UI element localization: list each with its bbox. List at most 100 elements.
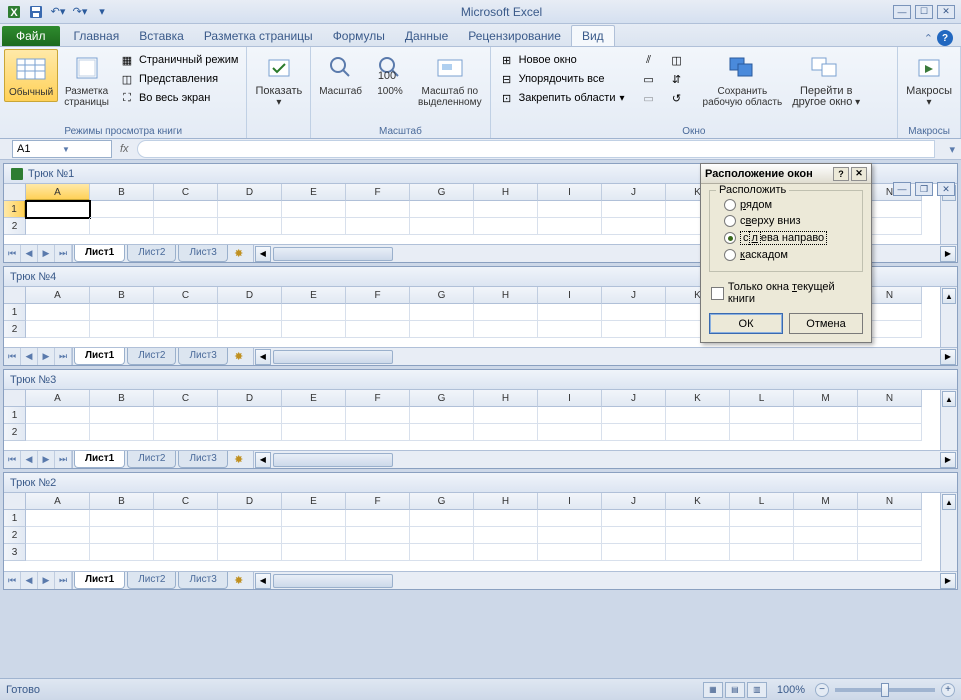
cell-E2[interactable] — [282, 527, 346, 544]
scroll-right-button[interactable]: ▶ — [940, 246, 956, 262]
cell-G3[interactable] — [410, 544, 474, 561]
cell-B2[interactable] — [90, 218, 154, 235]
column-header-C[interactable]: C — [154, 390, 218, 407]
zoom-to-selection-button[interactable]: Масштаб по выделенному — [414, 49, 486, 111]
cell-D2[interactable] — [218, 424, 282, 441]
cell-E1[interactable] — [282, 407, 346, 424]
cell-C1[interactable] — [154, 201, 218, 218]
ribbon-minimize-icon[interactable]: ⌃ — [924, 32, 933, 45]
column-header-I[interactable]: I — [538, 287, 602, 304]
cell-C1[interactable] — [154, 407, 218, 424]
column-header-E[interactable]: E — [282, 287, 346, 304]
cell-F2[interactable] — [346, 321, 410, 338]
cell-D1[interactable] — [218, 407, 282, 424]
page-layout-status-button[interactable]: ▤ — [725, 682, 745, 698]
column-header-A[interactable]: A — [26, 184, 90, 201]
cell-A1[interactable] — [26, 201, 90, 218]
cell-C2[interactable] — [154, 527, 218, 544]
cell-I2[interactable] — [538, 424, 602, 441]
radio-cascade[interactable]: каскадом — [718, 247, 854, 263]
cell-F2[interactable] — [346, 527, 410, 544]
column-header-E[interactable]: E — [282, 184, 346, 201]
cell-G1[interactable] — [410, 304, 474, 321]
zoom-in-button[interactable]: + — [941, 683, 955, 697]
cell-G2[interactable] — [410, 218, 474, 235]
cell-D3[interactable] — [218, 544, 282, 561]
cell-N1[interactable] — [858, 510, 922, 527]
sheet-tab-1[interactable]: Лист1 — [74, 451, 125, 468]
row-header-2[interactable]: 2 — [4, 424, 26, 441]
cell-N2[interactable] — [858, 424, 922, 441]
column-header-M[interactable]: M — [794, 493, 858, 510]
row-header-2[interactable]: 2 — [4, 218, 26, 235]
column-header-G[interactable]: G — [410, 184, 474, 201]
cell-J2[interactable] — [602, 527, 666, 544]
cell-E1[interactable] — [282, 304, 346, 321]
cell-H1[interactable] — [474, 304, 538, 321]
scroll-left-button[interactable]: ◀ — [255, 349, 271, 365]
new-window-button[interactable]: ⊞Новое окно — [495, 51, 629, 69]
scroll-right-button[interactable]: ▶ — [940, 573, 956, 589]
cell-J2[interactable] — [602, 424, 666, 441]
new-sheet-button[interactable]: ✸ — [229, 451, 249, 468]
cell-C2[interactable] — [154, 218, 218, 235]
cell-I2[interactable] — [538, 527, 602, 544]
sheet-nav-1[interactable]: ◀ — [21, 245, 38, 262]
column-header-K[interactable]: K — [666, 493, 730, 510]
column-header-H[interactable]: H — [474, 390, 538, 407]
cell-E2[interactable] — [282, 424, 346, 441]
sheet-tab-1[interactable]: Лист1 — [74, 572, 125, 589]
hscroll-thumb[interactable] — [273, 453, 393, 467]
cell-H1[interactable] — [474, 510, 538, 527]
view-page-layout-button[interactable]: Разметка страницы — [60, 49, 113, 111]
reset-window-button[interactable]: ↺ — [665, 89, 689, 107]
ok-button[interactable]: ОК — [709, 313, 783, 334]
zoom-slider[interactable] — [835, 688, 935, 692]
formula-expand-icon[interactable]: ▾ — [949, 143, 961, 156]
tab-data[interactable]: Данные — [395, 26, 458, 46]
cell-B1[interactable] — [90, 201, 154, 218]
cell-K2[interactable] — [666, 424, 730, 441]
cell-M2[interactable] — [794, 424, 858, 441]
cell-A3[interactable] — [26, 544, 90, 561]
sheet-tab-2[interactable]: Лист2 — [127, 348, 176, 365]
page-break-preview-button[interactable]: ▦Страничный режим — [115, 51, 243, 69]
row-header-1[interactable]: 1 — [4, 407, 26, 424]
cell-A2[interactable] — [26, 218, 90, 235]
column-header-A[interactable]: A — [26, 390, 90, 407]
sheet-nav-0[interactable]: ⏮ — [4, 348, 21, 365]
cell-K2[interactable] — [666, 527, 730, 544]
hscroll-thumb[interactable] — [273, 574, 393, 588]
formula-input[interactable] — [137, 140, 936, 158]
sheet-nav-2[interactable]: ▶ — [38, 572, 55, 589]
zoom-slider-thumb[interactable] — [881, 683, 889, 697]
workbook-title[interactable]: Трюк №3 — [4, 370, 957, 390]
tab-formulas[interactable]: Формулы — [323, 26, 395, 46]
cell-C2[interactable] — [154, 321, 218, 338]
cell-N2[interactable] — [858, 527, 922, 544]
cell-E2[interactable] — [282, 321, 346, 338]
hscroll-thumb[interactable] — [273, 350, 393, 364]
cell-B2[interactable] — [90, 321, 154, 338]
full-screen-button[interactable]: ⛶Во весь экран — [115, 89, 243, 107]
scroll-left-button[interactable]: ◀ — [255, 573, 271, 589]
workbook-close-button[interactable]: ✕ — [937, 182, 955, 196]
tab-page-layout[interactable]: Разметка страницы — [194, 26, 323, 46]
cell-H1[interactable] — [474, 407, 538, 424]
column-header-F[interactable]: F — [346, 390, 410, 407]
column-header-B[interactable]: B — [90, 287, 154, 304]
column-header-E[interactable]: E — [282, 493, 346, 510]
tab-review[interactable]: Рецензирование — [458, 26, 571, 46]
column-header-B[interactable]: B — [90, 390, 154, 407]
column-header-B[interactable]: B — [90, 493, 154, 510]
scroll-right-button[interactable]: ▶ — [940, 349, 956, 365]
zoom-percent[interactable]: 100% — [769, 684, 813, 696]
cell-F2[interactable] — [346, 424, 410, 441]
column-header-A[interactable]: A — [26, 287, 90, 304]
sheet-tab-3[interactable]: Лист3 — [178, 451, 227, 468]
view-side-by-side-button[interactable]: ◫ — [665, 51, 689, 69]
cell-L2[interactable] — [730, 424, 794, 441]
vertical-scrollbar[interactable]: ▲ — [940, 390, 957, 450]
cell-A2[interactable] — [26, 424, 90, 441]
column-header-A[interactable]: A — [26, 493, 90, 510]
